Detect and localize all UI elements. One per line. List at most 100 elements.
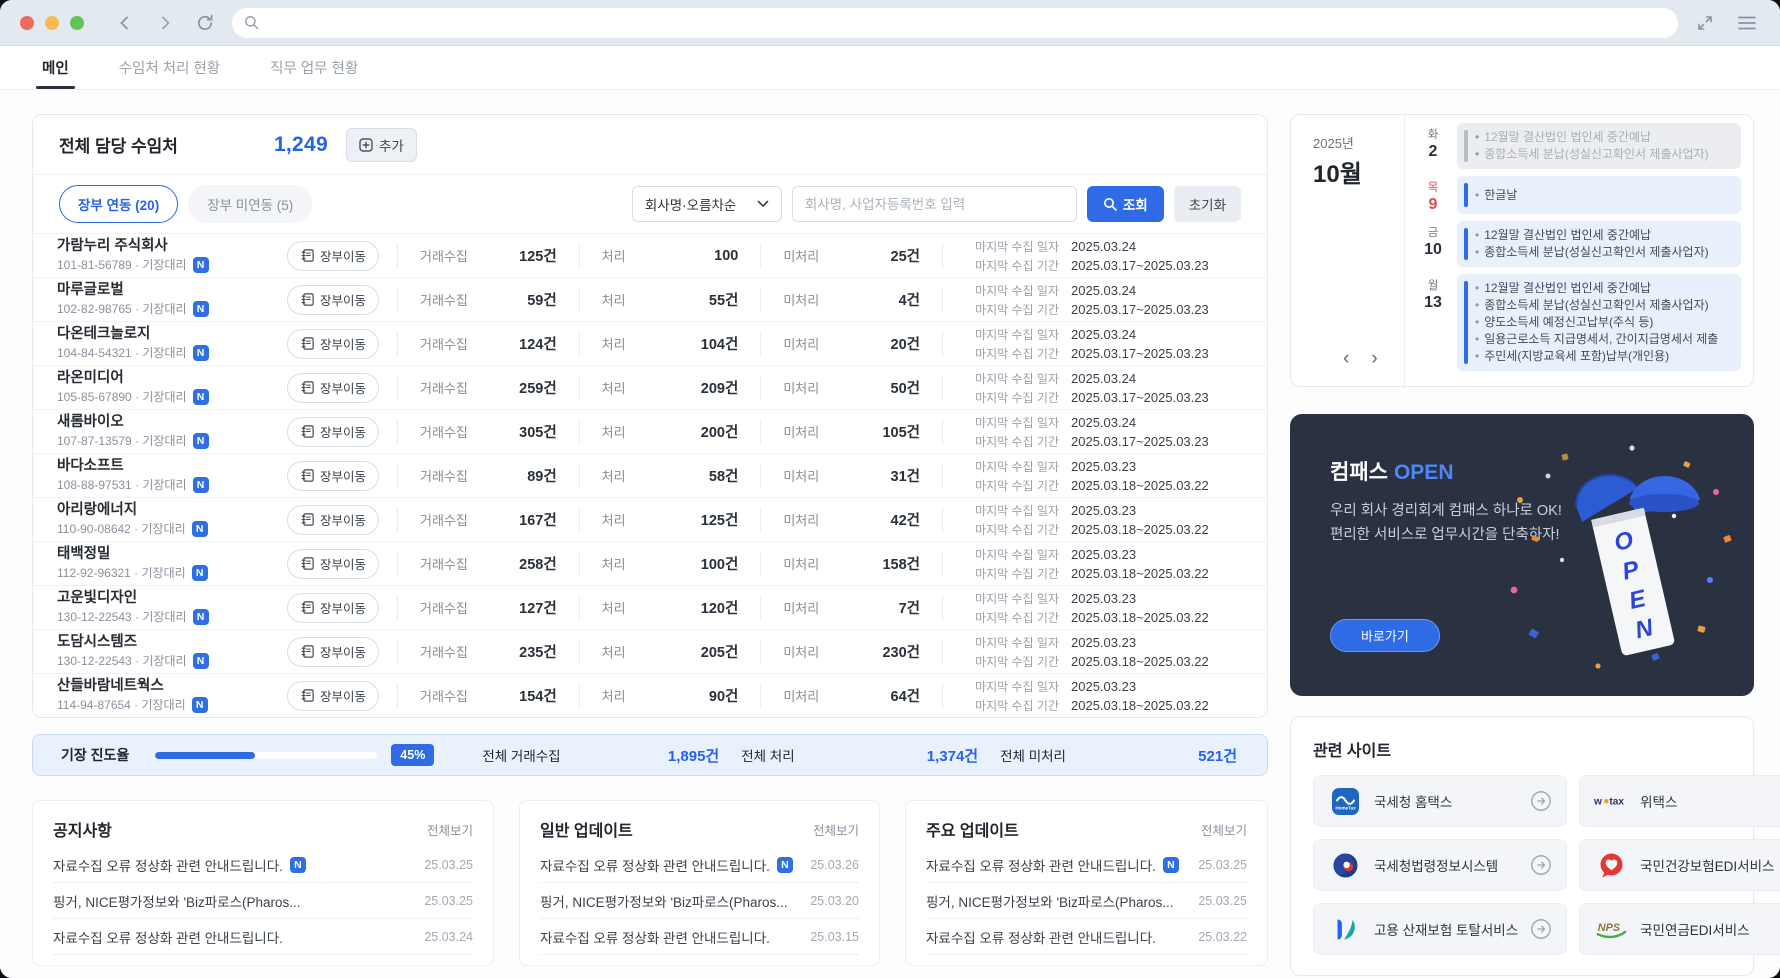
ledger-unlinked-filter[interactable]: 장부 미연동 (5)	[188, 185, 313, 223]
board-item[interactable]: 핑거, NICE평가정보와 'Biz파로스(Pharos... 25.03.20	[540, 883, 859, 919]
column-divider	[942, 682, 944, 709]
table-row[interactable]: 다온테크놀로지 104-84-54321 · 기장대리 N 장부이동 거래수집 124건 처…	[33, 321, 1267, 365]
site-link-hometax[interactable]: HomeTax 국세청 홈택스	[1313, 775, 1568, 827]
ledger-move-button[interactable]: 장부이동	[287, 328, 379, 359]
last-collect-date-value: 2025.03.24	[1071, 414, 1137, 430]
table-row[interactable]: 라온미디어 105-85-67890 · 기장대리 N 장부이동 거래수집 259건 처리 2…	[33, 365, 1267, 409]
board-item[interactable]: 자료수집 오류 정상화 관련 안내드립니다. N 25.03.25	[926, 847, 1247, 883]
menu-button[interactable]	[1734, 10, 1760, 36]
site-label: 국민연금EDI서비스	[1640, 923, 1750, 938]
board-item-text: 핑거, NICE평가정보와 'Biz파로스(Pharos...	[540, 894, 788, 910]
law-info-icon	[1328, 852, 1362, 879]
board-item[interactable]: 자료수집 오류 정상화 관련 안내드립니다. 25.03.24	[53, 919, 473, 955]
collect-label: 거래수집	[420, 601, 468, 616]
progress-summary: 기장 진도율 45% 전체 거래수집 1,895건 전체 처리 1,374건 전체 미처…	[32, 734, 1268, 776]
ledger-move-button[interactable]: 장부이동	[287, 592, 379, 623]
processed-value: 200건	[700, 425, 739, 441]
sort-select[interactable]: 회사명·오름차순	[631, 186, 782, 222]
calendar-next-button[interactable]: ›	[1369, 347, 1379, 370]
ledger-move-button[interactable]: 장부이동	[287, 680, 379, 711]
site-link-nps-edi[interactable]: NPS 국민연금EDI서비스	[1579, 903, 1780, 955]
column-divider	[942, 418, 944, 445]
company-search-input[interactable]	[791, 186, 1077, 222]
ledger-move-label: 장부이동	[319, 338, 366, 352]
site-link-law-info[interactable]: 국세청법령정보시스템	[1313, 839, 1568, 891]
summary-stat-label: 전체 미처리	[1000, 749, 1066, 764]
board-item[interactable]: 자료수집 오류 정상화 관련 안내드립니다. N 25.03.25	[53, 847, 473, 883]
back-button[interactable]	[112, 10, 138, 36]
column-divider	[397, 374, 398, 401]
table-row[interactable]: 산들바람네트웍스 114-94-87654 · 기장대리 N 장부이동 거래수집 154건…	[33, 673, 1267, 717]
tab-수임처 처리 현황[interactable]: 수임처 처리 현황	[119, 46, 220, 89]
view-all-link[interactable]: 전체보기	[427, 820, 473, 839]
site-link-health-edi[interactable]: 국민건강보험EDI서비스	[1579, 839, 1780, 891]
health-insurance-icon	[1594, 852, 1628, 879]
board-item-text: 자료수집 오류 정상화 관련 안내드립니다.	[53, 858, 283, 874]
url-bar[interactable]	[232, 7, 1678, 38]
summary-stat-label: 전체 처리	[741, 749, 795, 764]
table-row[interactable]: 고운빛디자인 130-12-22543 · 기장대리 N 장부이동 거래수집 127건 처리…	[33, 585, 1267, 629]
last-collect-period-label: 마지막 수집 기간	[975, 434, 1060, 449]
close-window-button[interactable]	[20, 15, 34, 30]
board-item[interactable]: 자료수집 오류 정상화 관련 안내드립니다. 25.03.22	[926, 919, 1247, 955]
ledger-book-icon	[300, 336, 315, 351]
board-item[interactable]: 자료수집 오류 정상화 관련 안내드립니다. 25.03.15	[540, 919, 859, 955]
site-link-wetax[interactable]: w tax 위택스	[1579, 775, 1780, 827]
company-name: 마루글로벌	[57, 281, 124, 298]
company-name: 산들바람네트웍스	[57, 677, 164, 694]
ledger-move-button[interactable]: 장부이동	[287, 240, 379, 271]
bullet-icon: •	[1475, 130, 1480, 144]
ledger-move-button[interactable]: 장부이동	[287, 372, 379, 403]
last-collect-date-value: 2025.03.23	[1071, 502, 1137, 518]
table-row[interactable]: 마루글로벌 102-82-98765 · 기장대리 N 장부이동 거래수집 59건 처리 55…	[33, 277, 1267, 321]
ledger-move-button[interactable]: 장부이동	[287, 636, 379, 667]
ledger-book-icon	[300, 512, 315, 527]
new-badge: N	[192, 300, 209, 317]
tab-직무 업무 현황[interactable]: 직무 업무 현황	[270, 46, 358, 89]
table-row[interactable]: 아리랑에너지 110-90-08642 · 기장대리 N 장부이동 거래수집 167건 처리…	[33, 497, 1267, 541]
ledger-move-button[interactable]: 장부이동	[287, 416, 379, 447]
new-badge: N	[192, 344, 209, 361]
site-label: 국세청법령정보시스템	[1374, 859, 1499, 874]
banner-cta-button[interactable]: 바로가기	[1330, 619, 1440, 652]
table-row[interactable]: 태백정밀 112-92-96321 · 기장대리 N 장부이동 거래수집 258건 처리 10…	[33, 541, 1267, 585]
ledger-move-button[interactable]: 장부이동	[287, 460, 379, 491]
calendar-prev-button[interactable]: ‹	[1341, 347, 1351, 370]
site-link-employment-total[interactable]: 고용 산재보험 토탈서비스	[1313, 903, 1568, 955]
tab-메인[interactable]: 메인	[36, 46, 75, 89]
table-row[interactable]: 새롬바이오 107-87-13579 · 기장대리 N 장부이동 거래수집 305건 처리 2…	[33, 409, 1267, 453]
add-client-button[interactable]: 추가	[346, 127, 417, 162]
board-item[interactable]: 자료수집 오류 정상화 관련 안내드립니다. N 25.03.26	[540, 847, 859, 883]
ledger-move-button[interactable]: 장부이동	[287, 548, 379, 579]
ledger-linked-filter[interactable]: 장부 연동 (20)	[59, 185, 179, 223]
ledger-book-icon	[300, 688, 315, 703]
view-all-link[interactable]: 전체보기	[1201, 820, 1247, 839]
column-divider	[760, 550, 762, 577]
calendar-year: 2025년	[1313, 136, 1354, 151]
reload-button[interactable]	[192, 10, 218, 36]
last-collection-info: 마지막 수집 일자 2025.03.23 마지막 수집 기간 2025.03.18~2…	[947, 590, 1243, 626]
board-item[interactable]: 핑거, NICE평가정보와 'Biz파로스(Pharos... 25.03.25	[53, 883, 473, 919]
forward-button[interactable]	[152, 10, 178, 36]
search-button[interactable]: 조회	[1086, 186, 1164, 222]
ledger-move-button[interactable]: 장부이동	[287, 284, 379, 315]
minimize-window-button[interactable]	[45, 15, 59, 30]
view-all-link[interactable]: 전체보기	[813, 820, 859, 839]
board-item[interactable]: 핑거, NICE평가정보와 'Biz파로스(Pharos... 25.03.25	[926, 883, 1247, 919]
ledger-move-button[interactable]: 장부이동	[287, 504, 379, 535]
ledger-move-label: 장부이동	[319, 646, 366, 660]
last-collection-info: 마지막 수집 일자 2025.03.23 마지막 수집 기간 2025.03.18~2…	[947, 546, 1243, 582]
reset-button[interactable]: 초기화	[1173, 186, 1241, 222]
maximize-window-button[interactable]	[70, 15, 84, 30]
column-divider	[760, 638, 762, 665]
expand-button[interactable]	[1692, 10, 1718, 36]
table-row[interactable]: 가람누리 주식회사 101-81-56789 · 기장대리 N 장부이동 거래수집 125…	[33, 233, 1267, 277]
column-divider	[578, 418, 580, 445]
table-row[interactable]: 도담시스템즈 130-12-22543 · 기장대리 N 장부이동 거래수집 235건 처리…	[33, 629, 1267, 673]
table-row[interactable]: 바다소프트 108-88-97531 · 기장대리 N 장부이동 거래수집 89건 처리 58…	[33, 453, 1267, 497]
collect-value: 124건	[519, 337, 557, 353]
company-name: 가람누리 주식회사	[57, 237, 168, 254]
unprocessed-value: 42건	[890, 513, 921, 529]
ledger-book-icon	[300, 600, 315, 615]
last-collect-date-label: 마지막 수집 일자	[975, 327, 1060, 342]
